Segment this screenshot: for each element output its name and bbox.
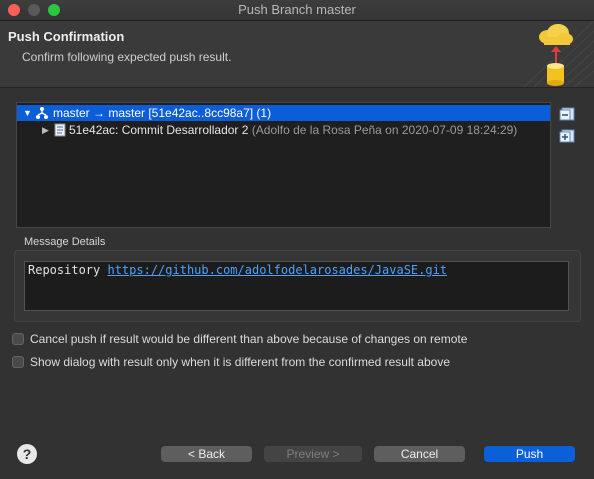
cancel-if-different-checkbox[interactable]	[12, 333, 24, 345]
show-dialog-label: Show dialog with result only when it is …	[30, 355, 450, 369]
cancel-button[interactable]: Cancel	[374, 446, 465, 462]
expand-all-icon[interactable]	[559, 129, 575, 143]
tree-row-branch[interactable]: ▼ master → master [51e42ac..8cc98a7] (1)	[17, 105, 550, 121]
commit-icon	[54, 123, 66, 137]
page-title: Push Confirmation	[8, 29, 125, 44]
cancel-if-different-label: Cancel push if result would be different…	[30, 332, 468, 346]
page-subtitle: Confirm following expected push result.	[22, 50, 232, 64]
repository-prefix: Repository	[28, 263, 101, 277]
commit-meta: (Adolfo de la Rosa Peña on 2020-07-09 18…	[251, 123, 518, 137]
back-button[interactable]: < Back	[161, 446, 252, 462]
preview-button[interactable]: Preview >	[264, 446, 362, 462]
message-details-group: Repository https://github.com/adolfodela…	[14, 250, 581, 322]
collapse-triangle-icon[interactable]: ▶	[42, 122, 49, 138]
branch-icon	[36, 107, 48, 119]
show-dialog-checkbox[interactable]	[12, 356, 24, 368]
wizard-header: Push Confirmation Confirm following expe…	[0, 21, 594, 88]
collapse-all-icon[interactable]	[559, 107, 575, 121]
message-details-label: Message Details	[24, 236, 106, 248]
help-icon[interactable]: ?	[17, 444, 37, 464]
expand-triangle-icon[interactable]: ▼	[23, 105, 32, 121]
push-result-tree[interactable]: ▼ master → master [51e42ac..8cc98a7] (1)…	[16, 102, 551, 228]
push-wizard-icon	[523, 21, 594, 87]
branch-push-label: master → master [51e42ac..8cc98a7] (1)	[53, 106, 272, 120]
repository-url-link[interactable]: https://github.com/adolfodelarosades/Jav…	[107, 263, 447, 277]
window-title: Push Branch master	[238, 2, 356, 17]
push-button[interactable]: Push	[484, 446, 575, 462]
message-details-text[interactable]: Repository https://github.com/adolfodela…	[24, 261, 569, 311]
commit-label: 51e42ac: Commit Desarrollador 2	[69, 123, 249, 137]
tree-row-commit[interactable]: ▶ 51e42ac: Commit Desarrollador 2 (Adolf…	[17, 122, 550, 138]
title-bar: Push Branch master	[0, 0, 594, 21]
